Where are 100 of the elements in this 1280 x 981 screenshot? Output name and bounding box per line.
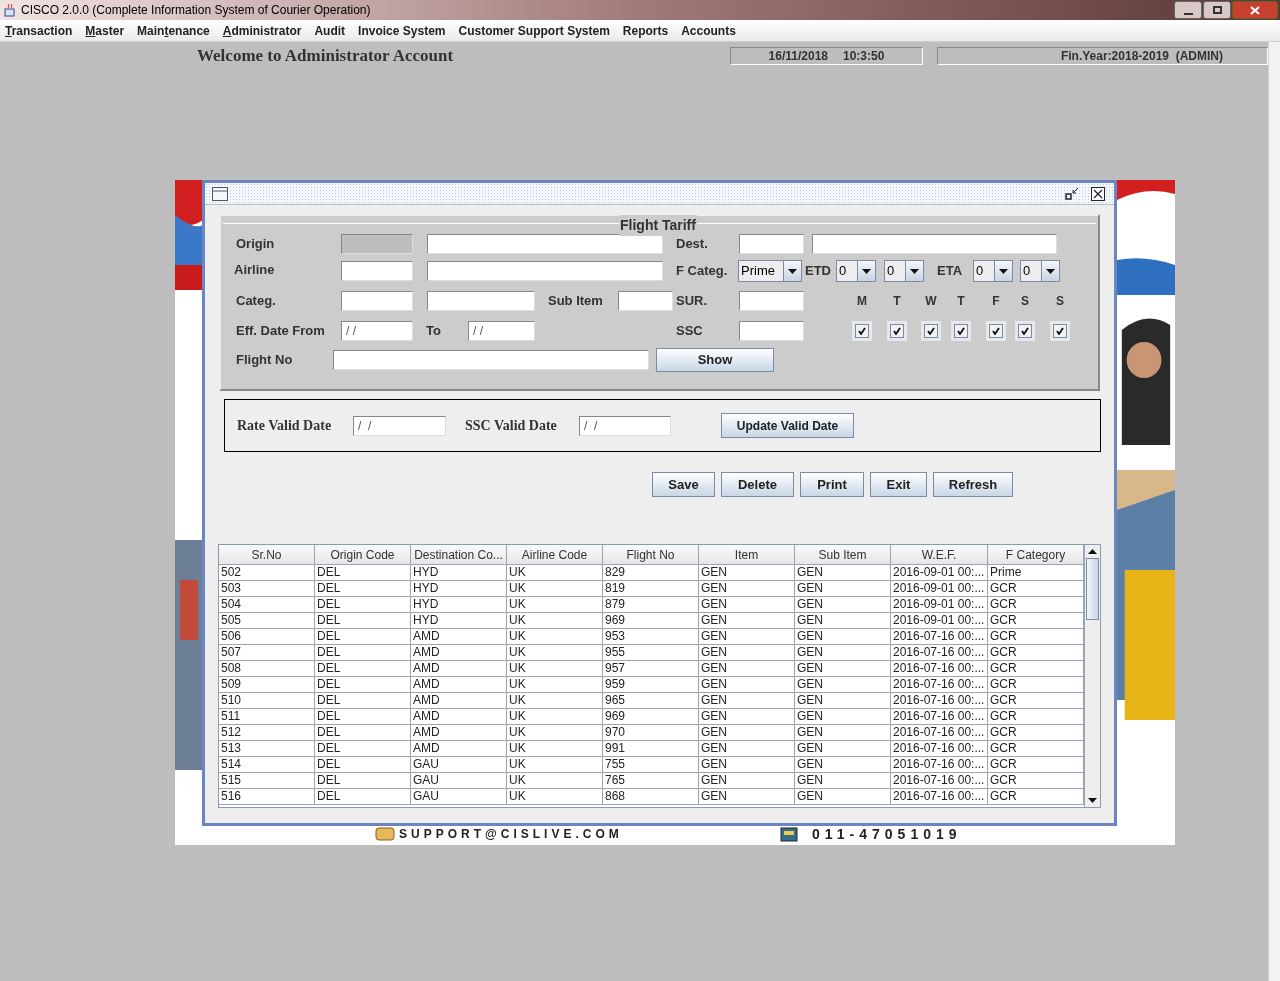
field-label: Eff. Date From xyxy=(235,322,326,341)
checkbox[interactable] xyxy=(989,324,1003,338)
scroll-up-icon[interactable] xyxy=(1088,549,1097,554)
table-cell: GEN xyxy=(699,645,795,661)
field-label: ETD xyxy=(804,262,832,281)
menu-item[interactable]: Audit xyxy=(314,21,346,40)
caret-icon xyxy=(862,268,871,274)
table-cell: GEN xyxy=(795,565,891,581)
checkbox[interactable] xyxy=(890,324,904,338)
dropdown[interactable]: 0 xyxy=(884,260,924,282)
action-button[interactable]: Save xyxy=(652,472,715,497)
dropdown[interactable]: 0 xyxy=(1020,260,1060,282)
caret-icon xyxy=(910,268,919,274)
text-field[interactable] xyxy=(739,321,804,341)
menu-item[interactable]: Master xyxy=(85,21,125,40)
column-header[interactable]: Flight No xyxy=(603,545,699,565)
table-cell: 512 xyxy=(219,725,315,741)
minimize-button[interactable] xyxy=(1174,1,1202,19)
table-cell: AMD xyxy=(411,741,507,757)
text-field[interactable] xyxy=(739,234,804,254)
text-field[interactable] xyxy=(739,291,804,311)
action-button[interactable]: Refresh xyxy=(933,472,1013,497)
table-cell: 515 xyxy=(219,773,315,789)
text-field[interactable] xyxy=(341,261,413,281)
table-cell: DEL xyxy=(315,645,411,661)
checkbox[interactable] xyxy=(924,324,938,338)
checkbox[interactable] xyxy=(855,324,869,338)
table-cell: 969 xyxy=(603,613,699,629)
menu-item[interactable]: Maintenance xyxy=(137,21,210,40)
action-button[interactable]: Exit xyxy=(870,472,927,497)
field-label: F Categ. xyxy=(676,262,729,281)
menu-item[interactable]: Reports xyxy=(622,21,669,40)
close-icon xyxy=(1250,5,1260,15)
table-cell: 509 xyxy=(219,677,315,693)
checkbox[interactable] xyxy=(1018,324,1032,338)
column-header[interactable]: Origin Code xyxy=(315,545,411,565)
column-header[interactable]: F Category xyxy=(988,545,1084,565)
text-field[interactable] xyxy=(427,291,535,311)
table-cell: 2016-09-01 00:... xyxy=(891,597,988,613)
check-icon xyxy=(1056,327,1064,335)
close-icon[interactable] xyxy=(1091,186,1105,201)
table-cell: 514 xyxy=(219,757,315,773)
table-cell: GEN xyxy=(699,613,795,629)
field-label: Dest. xyxy=(676,235,709,254)
text-field[interactable]: / / xyxy=(341,321,413,341)
checkbox[interactable] xyxy=(1053,324,1067,338)
table-cell: GAU xyxy=(411,773,507,789)
date-text: 16/11/2018 xyxy=(768,48,828,65)
menu-item[interactable]: Invoice System xyxy=(358,21,446,40)
dropdown[interactable]: Prime xyxy=(738,260,802,282)
text-field[interactable] xyxy=(333,350,649,370)
text-field[interactable] xyxy=(427,234,663,254)
column-header[interactable]: Sub Item xyxy=(795,545,891,565)
text-field[interactable] xyxy=(341,291,413,311)
table-cell: UK xyxy=(507,789,603,805)
table-cell: 819 xyxy=(603,581,699,597)
text-field[interactable] xyxy=(812,234,1057,254)
table-cell: 502 xyxy=(219,565,315,581)
check-icon xyxy=(957,327,965,335)
table-cell: GEN xyxy=(699,677,795,693)
scroll-thumb[interactable] xyxy=(1086,558,1099,620)
table-cell: UK xyxy=(507,725,603,741)
text-field[interactable] xyxy=(427,261,663,281)
scroll-bar[interactable] xyxy=(1084,545,1100,807)
phone-icon xyxy=(780,826,798,842)
table-cell: 2016-07-16 00:... xyxy=(891,789,988,805)
column-header[interactable]: Sr.No xyxy=(219,545,315,565)
dropdown[interactable]: 0 xyxy=(973,260,1013,282)
table-cell: GEN xyxy=(795,613,891,629)
field-label: SSC xyxy=(676,322,704,341)
table-cell: GEN xyxy=(699,629,795,645)
table-cell: 504 xyxy=(219,597,315,613)
dropdown[interactable]: 0 xyxy=(836,260,876,282)
checkbox[interactable] xyxy=(954,324,968,338)
text-field[interactable]: / / xyxy=(579,415,671,436)
action-button[interactable]: Print xyxy=(800,472,864,497)
text-field[interactable]: / / xyxy=(468,321,535,341)
table-cell: 503 xyxy=(219,581,315,597)
table-cell: DEL xyxy=(315,757,411,773)
text-field[interactable]: / / xyxy=(353,415,446,436)
close-button[interactable] xyxy=(1232,1,1278,19)
text-field[interactable] xyxy=(618,291,673,311)
update-valid-date-button[interactable]: Update Valid Date xyxy=(721,413,854,438)
column-header[interactable]: Destination Co... xyxy=(411,545,507,565)
column-header[interactable]: Airline Code xyxy=(507,545,603,565)
column-header[interactable]: Item xyxy=(699,545,795,565)
action-button[interactable]: Delete xyxy=(721,472,794,497)
table-cell: 2016-07-16 00:... xyxy=(891,773,988,789)
table-cell: DEL xyxy=(315,597,411,613)
show-button[interactable]: Show xyxy=(656,348,774,372)
field-label: ETA xyxy=(936,262,964,281)
scroll-down-icon[interactable] xyxy=(1088,798,1097,803)
menu-item[interactable]: Accounts xyxy=(681,21,736,40)
restore-icon[interactable] xyxy=(1065,186,1079,201)
table-cell: UK xyxy=(507,565,603,581)
menu-item[interactable]: Customer Support System xyxy=(458,21,610,40)
maximize-button[interactable] xyxy=(1203,1,1231,19)
menu-item[interactable]: Transaction xyxy=(5,21,73,40)
column-header[interactable]: W.E.F. xyxy=(891,545,988,565)
menu-item[interactable]: Administrator xyxy=(222,21,302,40)
